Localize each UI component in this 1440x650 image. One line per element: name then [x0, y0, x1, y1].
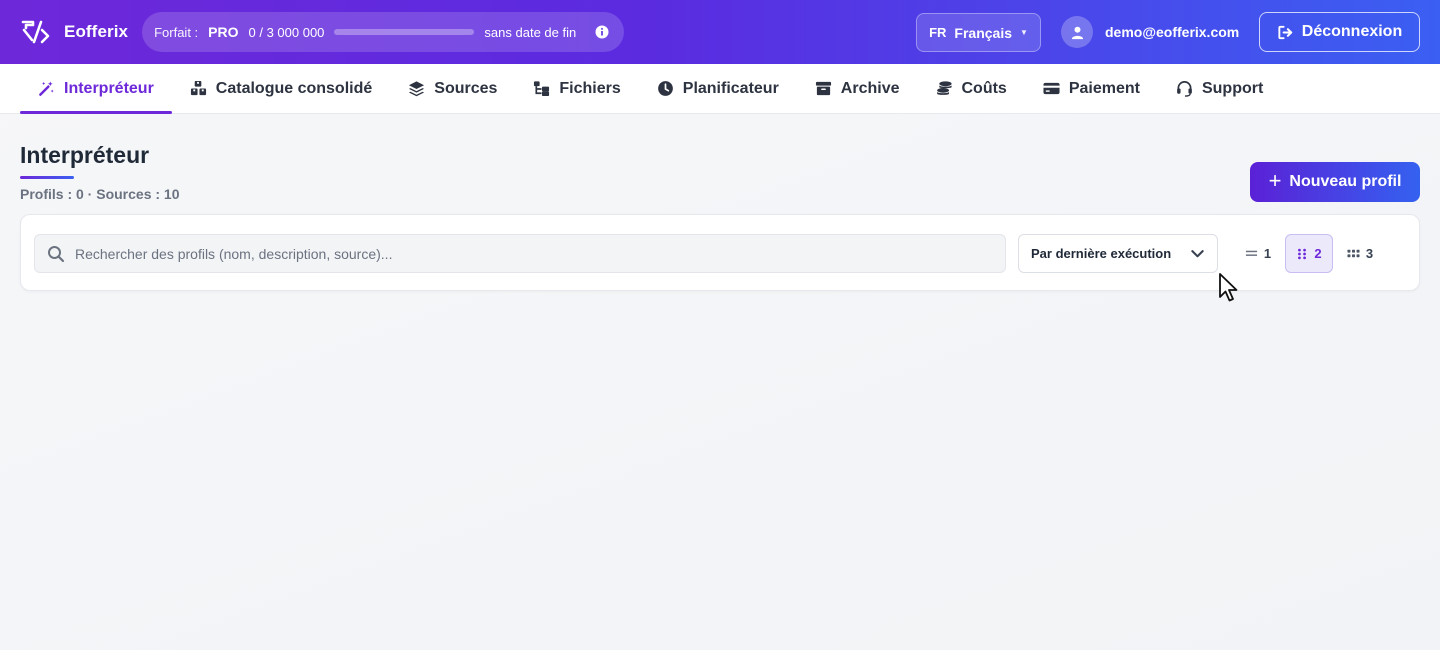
layers-icon	[409, 81, 425, 97]
tab-label: Catalogue consolidé	[215, 79, 373, 97]
layout-1-column-button[interactable]: 1	[1237, 234, 1279, 273]
language-selector[interactable]: FR Français ▼	[916, 13, 1041, 52]
tab-interpreteur[interactable]: Interpréteur	[20, 64, 172, 114]
logo-icon	[21, 20, 50, 44]
language-name: Français	[954, 24, 1012, 41]
tab-label: Archive	[840, 79, 900, 97]
plan-label: Forfait :	[154, 24, 199, 40]
page-title: Interpréteur	[20, 142, 150, 168]
boxes-icon	[190, 80, 206, 96]
tab-couts[interactable]: Coûts	[918, 64, 1025, 113]
user-email: demo@eofferix.com	[1105, 24, 1240, 40]
tab-fichiers[interactable]: Fichiers	[515, 64, 638, 113]
plan-tier: PRO	[208, 24, 239, 40]
user-menu[interactable]: demo@eofferix.com	[1061, 16, 1239, 48]
tab-label: Fichiers	[559, 79, 621, 97]
headset-icon	[1177, 81, 1192, 97]
coins-icon	[936, 81, 952, 95]
tab-support[interactable]: Support	[1158, 64, 1281, 113]
tab-label: Support	[1201, 79, 1264, 97]
credit-card-icon	[1043, 82, 1060, 95]
archive-icon	[815, 81, 831, 96]
search-icon	[48, 245, 65, 262]
plan-end-date: sans date de fin	[484, 24, 577, 40]
new-profile-label: Nouveau profil	[1289, 173, 1402, 190]
caret-down-icon: ▼	[1020, 28, 1028, 37]
logout-button[interactable]: Déconnexion	[1259, 12, 1420, 52]
sort-select[interactable]: Par dernière exécution	[1018, 234, 1218, 273]
logout-label: Déconnexion	[1301, 23, 1403, 40]
app-name: Eofferix	[64, 22, 129, 41]
language-code: FR	[929, 25, 947, 40]
title-underline	[20, 176, 74, 179]
tab-label: Interpréteur	[64, 79, 154, 97]
plan-usage-bar	[334, 29, 475, 35]
search-box[interactable]	[34, 234, 1006, 273]
tab-label: Planificateur	[682, 79, 779, 97]
top-bar: Eofferix Forfait : PRO 0 / 3 000 000 san…	[0, 0, 1440, 64]
layout-2-columns-button[interactable]: 2	[1285, 234, 1333, 273]
page-subtitle: Profils : 0 · Sources : 10	[20, 186, 180, 202]
layout-label: 2	[1314, 246, 1322, 261]
chevron-down-icon	[1191, 250, 1204, 258]
tab-paiement[interactable]: Paiement	[1025, 64, 1158, 113]
search-input[interactable]	[75, 245, 1005, 262]
column-layout-toggle: 1 2 3	[1237, 234, 1381, 273]
app-logo[interactable]: Eofferix	[20, 16, 128, 48]
main-nav: Interpréteur Catalogue consolidé Sources…	[0, 64, 1440, 114]
filter-bar: Par dernière exécution 1 2 3	[20, 214, 1420, 291]
user-avatar-icon	[1061, 16, 1093, 48]
tab-label: Paiement	[1068, 79, 1140, 97]
tab-sources[interactable]: Sources	[390, 64, 515, 113]
tab-archive[interactable]: Archive	[797, 64, 918, 113]
plan-usage-pill: Forfait : PRO 0 / 3 000 000 sans date de…	[142, 12, 625, 52]
magic-wand-icon	[39, 81, 54, 96]
plus-icon: +	[1268, 168, 1282, 193]
new-profile-button[interactable]: + Nouveau profil	[1250, 162, 1420, 202]
folder-tree-icon	[534, 81, 550, 97]
info-icon[interactable]	[594, 24, 610, 40]
grid-2-icon	[1298, 248, 1307, 259]
grid-3-icon	[1347, 249, 1360, 258]
layout-label: 1	[1263, 246, 1272, 261]
tab-planificateur[interactable]: Planificateur	[639, 64, 797, 113]
list-lines-icon	[1245, 250, 1257, 256]
sort-value: Par dernière exécution	[1031, 246, 1172, 261]
mouse-cursor-icon	[1219, 273, 1238, 302]
tab-catalogue-consolide[interactable]: Catalogue consolidé	[172, 64, 390, 113]
layout-3-columns-button[interactable]: 3	[1339, 234, 1381, 273]
layout-label: 3	[1365, 246, 1374, 261]
tab-label: Sources	[434, 79, 498, 97]
clock-icon	[657, 81, 673, 96]
plan-usage: 0 / 3 000 000	[248, 24, 325, 40]
tab-label: Coûts	[961, 79, 1007, 97]
logout-icon	[1278, 25, 1292, 39]
